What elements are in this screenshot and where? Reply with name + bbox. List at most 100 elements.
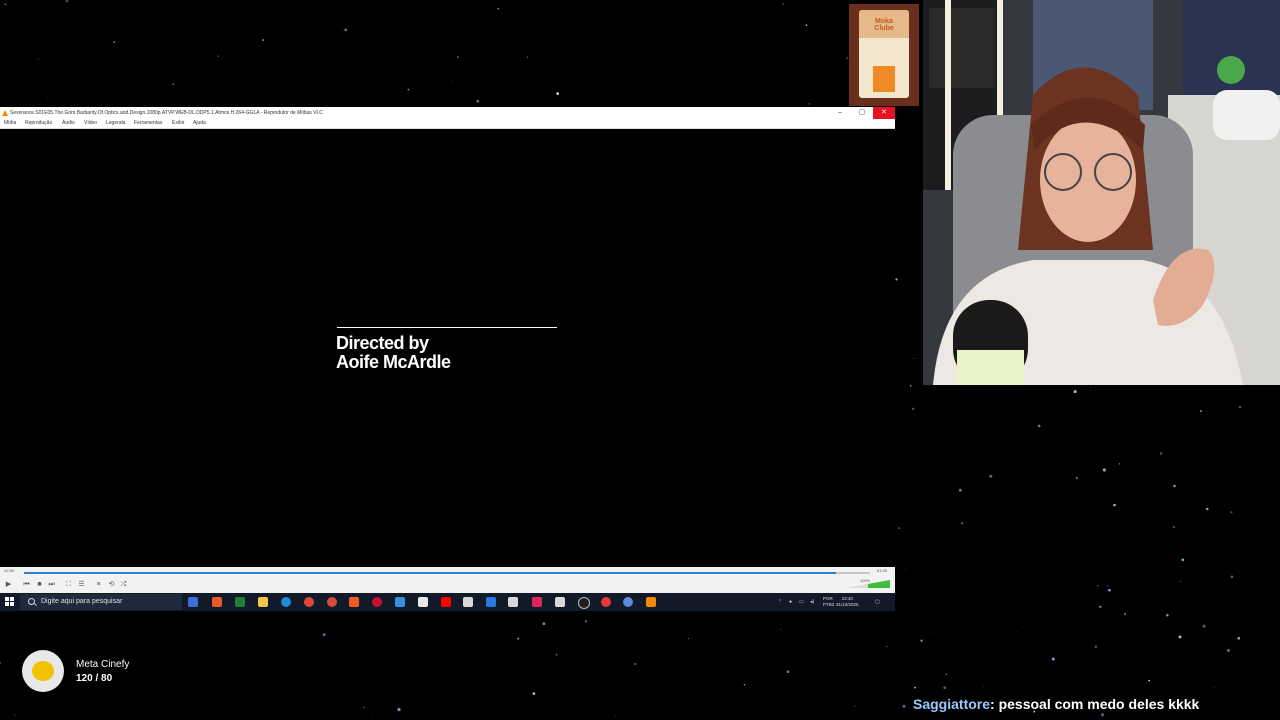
minimize-button[interactable]: – [829, 107, 851, 119]
video-area[interactable]: Directed by Aoife McArdle [0, 129, 895, 567]
language-indicator[interactable]: POR PTB2 [823, 596, 834, 608]
chrome-icon[interactable] [304, 597, 314, 607]
previous-icon[interactable]: ⏮ [22, 580, 31, 589]
chrome-profile-icon[interactable] [327, 597, 337, 607]
star [846, 57, 849, 60]
star [0, 662, 1, 664]
star [1230, 575, 1234, 578]
vlc-titlebar[interactable]: Severance.S01E05.The.Grim.Barbarity.Of.O… [0, 107, 895, 119]
star [1094, 645, 1098, 649]
speaker-icon[interactable]: ◂) [810, 593, 814, 611]
star [898, 527, 901, 530]
star [65, 0, 69, 3]
tray-chevron-icon[interactable]: ⌃ [778, 593, 782, 611]
menu-ferramentas[interactable]: Ferramentas [134, 119, 162, 128]
notification-icon[interactable]: ▢ [875, 593, 880, 611]
edge-icon[interactable] [281, 597, 291, 607]
star [895, 125, 897, 127]
network-icon[interactable]: ▭ [799, 593, 804, 611]
brave-icon[interactable] [349, 597, 359, 607]
editor-icon[interactable] [508, 597, 518, 607]
star [1181, 558, 1185, 562]
elapsed-time: 42:59 [4, 568, 15, 573]
menu-exibir[interactable]: Exibir [172, 119, 185, 128]
vlc-cone-icon [2, 110, 8, 116]
vlc-controls: 42:59 51:30 ▶ ⏮ ■ ⏭ ⛶ ☰ ≡ ⟲ ⤮ 100% [0, 567, 895, 593]
taskbar-search-box[interactable]: Digite aqui para pesquisar [20, 594, 182, 610]
star [451, 81, 453, 83]
star [555, 653, 558, 656]
app-icon-circle[interactable] [601, 597, 611, 607]
star [1180, 580, 1182, 582]
vlc-window-title: Severance.S01E05.The.Grim.Barbarity.Of.O… [10, 110, 323, 116]
capture-icon[interactable] [463, 597, 473, 607]
app-icon-red[interactable] [532, 597, 542, 607]
star [476, 99, 480, 103]
maximize-button[interactable]: ▢ [851, 107, 873, 119]
star [780, 628, 782, 630]
star [983, 686, 984, 688]
vpn-icon[interactable] [395, 597, 405, 607]
star [262, 39, 264, 41]
fullscreen-icon[interactable]: ⛶ [64, 580, 73, 589]
star [786, 670, 790, 674]
volume-slider[interactable] [846, 580, 890, 588]
star [933, 631, 934, 633]
vlc-taskbar-icon[interactable] [646, 597, 656, 607]
star [1148, 679, 1151, 682]
star [905, 568, 907, 570]
menu-ajuda[interactable]: Ajuda [193, 119, 206, 128]
star [1172, 525, 1176, 529]
star [217, 55, 219, 57]
copilot-icon[interactable] [212, 597, 222, 607]
play-icon[interactable]: ▶ [4, 580, 13, 589]
playlist-icon[interactable]: ≡ [94, 580, 103, 589]
star [895, 278, 898, 281]
shuffle-icon[interactable]: ⤮ [119, 580, 128, 589]
menu-midia[interactable]: Mídia [4, 119, 16, 128]
star [407, 88, 410, 91]
youtube-icon[interactable] [441, 597, 451, 607]
star [743, 684, 746, 686]
stop-icon[interactable]: ■ [35, 580, 44, 589]
star [1099, 605, 1102, 608]
excel-icon[interactable] [235, 597, 245, 607]
close-button[interactable]: ✕ [873, 107, 895, 119]
star [397, 707, 401, 712]
app-icon-grid[interactable] [555, 597, 565, 607]
seek-bar[interactable] [24, 572, 870, 574]
app-icon-blue[interactable] [623, 597, 633, 607]
chat-message: Saggiattore: pessoal com medo deles kkkk [913, 696, 1199, 712]
meta-count: 120 / 80 [76, 673, 113, 684]
next-icon[interactable]: ⏭ [47, 580, 56, 589]
product-thumbnail: Moka Clube [849, 4, 919, 106]
taskbar-clock[interactable]: 23:40 31/10/2025 [836, 596, 859, 608]
star [322, 633, 326, 637]
windows-start-icon[interactable] [5, 597, 15, 607]
task-view-icon[interactable] [188, 597, 198, 607]
notepad-icon[interactable] [418, 597, 428, 607]
star [542, 622, 546, 626]
star [1075, 476, 1078, 480]
extended-settings-icon[interactable]: ☰ [77, 580, 86, 589]
clock-date: 31/10/2025 [836, 602, 859, 607]
menu-legenda[interactable]: Legenda [106, 119, 125, 128]
star [1102, 468, 1106, 472]
star [1107, 585, 1109, 587]
star [1096, 584, 1099, 587]
store-icon[interactable] [486, 597, 496, 607]
file-explorer-icon[interactable] [258, 597, 268, 607]
loop-icon[interactable]: ⟲ [107, 580, 116, 589]
star [634, 662, 637, 666]
microphone-icon[interactable]: ● [789, 593, 792, 611]
vlc-window[interactable]: Severance.S01E05.The.Grim.Barbarity.Of.O… [0, 107, 895, 593]
obs-icon[interactable] [578, 597, 590, 609]
star [1124, 613, 1126, 615]
opera-icon[interactable] [372, 597, 382, 607]
search-icon [28, 598, 35, 605]
menu-reproducao[interactable]: Reprodução [25, 119, 52, 128]
menu-audio[interactable]: Áudio [62, 119, 75, 128]
menu-video[interactable]: Vídeo [84, 119, 97, 128]
star [532, 692, 536, 695]
star [814, 663, 816, 665]
